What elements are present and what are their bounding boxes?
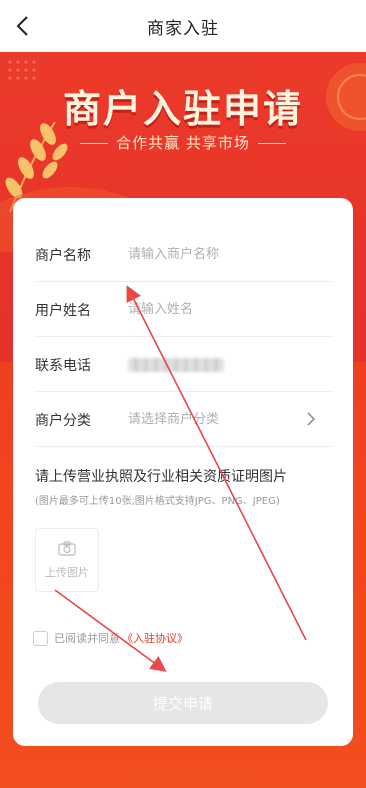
- phone-row: 联系电话: [35, 338, 333, 392]
- upload-hint: (图片最多可上传10张,图片格式支持JPG、PNG、JPEG): [35, 496, 280, 507]
- camera-icon: [58, 540, 76, 560]
- user-name-label: 用户姓名: [35, 302, 91, 319]
- submit-button[interactable]: 提交申请: [38, 682, 328, 724]
- merchant-name-input[interactable]: [128, 247, 333, 262]
- agreement-text: 已阅读并同意: [54, 632, 120, 645]
- merchant-name-row: 商户名称: [35, 228, 333, 282]
- agreement-checkbox[interactable]: [33, 630, 48, 646]
- nav-bar: 商家入驻: [0, 0, 366, 52]
- chevron-right-icon[interactable]: [307, 411, 316, 430]
- category-row[interactable]: 商户分类: [35, 393, 333, 447]
- user-name-input[interactable]: [128, 302, 333, 317]
- agreement-row: 已阅读并同意 《入驻协议》: [33, 630, 188, 646]
- banner-subtitle: 合作共赢 共享市场: [0, 132, 366, 153]
- back-arrow-icon[interactable]: [10, 14, 34, 38]
- phone-value-redacted[interactable]: [128, 357, 224, 372]
- user-name-row: 用户姓名: [35, 283, 333, 337]
- category-label: 商户分类: [35, 412, 91, 429]
- upload-image-label: 上传图片: [45, 565, 89, 579]
- agreement-link[interactable]: 《入驻协议》: [122, 630, 188, 646]
- phone-label: 联系电话: [35, 357, 91, 374]
- upload-image-button[interactable]: 上传图片: [35, 528, 99, 592]
- merchant-name-label: 商户名称: [35, 247, 91, 264]
- banner-title: 商户入驻申请: [62, 87, 303, 131]
- page-title: 商家入驻: [147, 18, 219, 39]
- form-card: 商户名称 用户姓名 联系电话 商户分类 请上传营业执照及行业相关资质证明图片 (…: [13, 198, 353, 746]
- upload-title: 请上传营业执照及行业相关资质证明图片: [35, 469, 287, 485]
- category-select[interactable]: [128, 412, 333, 427]
